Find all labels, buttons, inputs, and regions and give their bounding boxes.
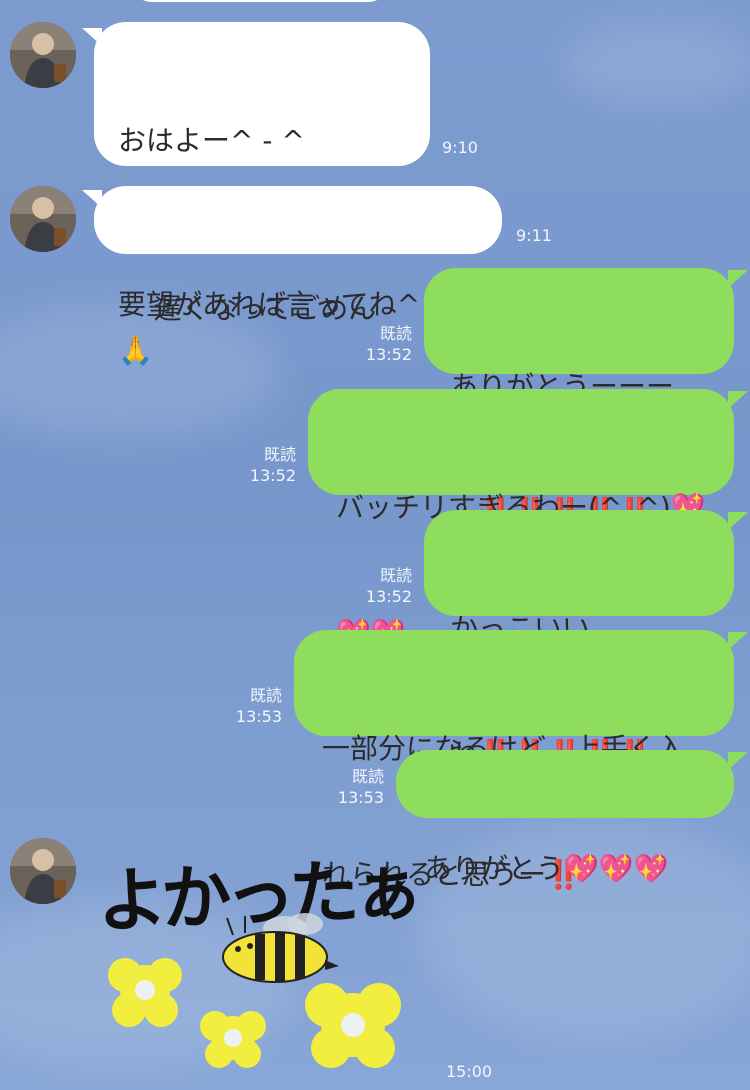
incoming-message-bubble[interactable]: 要望があれば言ってね^ - ^ — [94, 186, 502, 321]
read-receipt: 既読 13:53 — [235, 686, 282, 726]
read-receipt: 既読 13:52 — [365, 566, 412, 606]
friend-avatar[interactable] — [10, 186, 76, 252]
bee-icon — [108, 913, 401, 1068]
message-timestamp: 9:11 — [516, 226, 552, 245]
outgoing-message-bubble[interactable]: ありがとう💖💖💖 — [396, 750, 734, 885]
message-timestamp: 9:10 — [442, 138, 478, 157]
previous-message-bubble-fragment — [130, 0, 390, 2]
message-text-line: ありがとう💖💖💖 — [424, 852, 669, 885]
bubble-tail — [728, 270, 748, 288]
message-timestamp: 15:00 — [446, 1062, 493, 1081]
flower-icon — [108, 958, 182, 1027]
outgoing-message-bubble[interactable]: バッチリすぎるわー(^_^)💖 💖💖 — [308, 389, 734, 650]
outgoing-message-bubble[interactable]: 一部分になるけど、上手く入 れられると思うー‼️ — [294, 630, 734, 891]
bee-flowers-sticker[interactable]: よかったぁ — [95, 840, 425, 1070]
bubble-tail — [728, 512, 748, 530]
friend-avatar[interactable] — [10, 838, 76, 904]
bubble-tail — [728, 752, 748, 770]
outgoing-message-bubble[interactable]: ありがとうーーー ー‼️‼️‼️‼️‼️ — [424, 268, 734, 529]
bubble-tail — [728, 391, 748, 409]
outgoing-message-bubble[interactable]: かっこいい ね‼️‼️‼️‼️‼️ — [424, 510, 734, 771]
incoming-message-bubble[interactable]: おはよー^ - ^ 遅くなってごめん🙏 — [94, 22, 430, 367]
message-text-line: おはよー^ - ^ — [118, 124, 305, 157]
read-receipt: 既読 13:52 — [249, 445, 296, 485]
friend-avatar[interactable] — [10, 22, 76, 88]
read-receipt: 既読 13:52 — [365, 324, 412, 364]
read-receipt: 既読 13:53 — [337, 767, 384, 807]
sparkling-heart-emoji: 💖💖💖 — [564, 852, 669, 885]
bubble-tail — [728, 632, 748, 650]
